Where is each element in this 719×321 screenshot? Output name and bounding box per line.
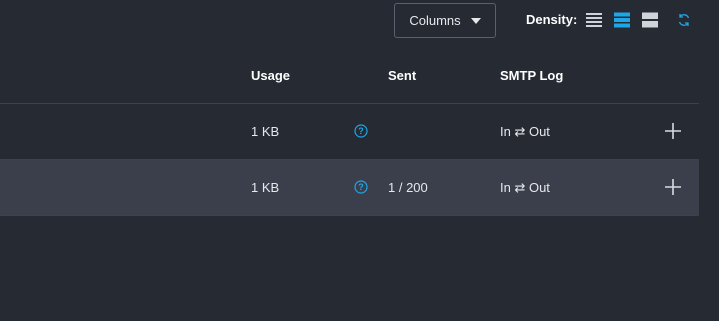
svg-text:?: ?	[358, 182, 364, 192]
usage-cell: 1 KB	[251, 124, 280, 139]
usage-cell: 1 KB	[251, 180, 280, 195]
density-compact-icon	[586, 13, 602, 27]
table-row[interactable]: 1 KB ? 1 / 200 In ⇄ Out	[0, 160, 699, 216]
expand-plus-icon[interactable]	[664, 178, 682, 196]
density-comfortable-icon	[642, 12, 658, 28]
table-toolbar: Columns Density:	[0, 0, 719, 44]
density-standard-icon	[614, 12, 630, 28]
density-compact-button[interactable]	[586, 12, 602, 28]
refresh-icon	[678, 14, 690, 26]
expand-plus-icon[interactable]	[664, 122, 682, 140]
column-header-sent[interactable]: Sent	[388, 68, 416, 83]
density-comfortable-button[interactable]	[642, 12, 658, 28]
table-header-row: Usage Sent SMTP Log	[0, 44, 699, 104]
smtp-log-cell[interactable]: In ⇄ Out	[500, 124, 550, 140]
density-standard-button[interactable]	[614, 12, 630, 28]
column-header-smtp-log[interactable]: SMTP Log	[500, 68, 563, 83]
caret-down-icon	[470, 17, 481, 24]
smtp-log-cell[interactable]: In ⇄ Out	[500, 180, 550, 196]
column-header-usage[interactable]: Usage	[251, 68, 290, 83]
help-icon[interactable]: ?	[354, 180, 368, 194]
table-row[interactable]: 1 KB ? In ⇄ Out	[0, 104, 699, 160]
refresh-button[interactable]	[677, 13, 691, 27]
columns-button-label: Columns	[409, 13, 461, 28]
density-label: Density:	[526, 12, 578, 27]
columns-button[interactable]: Columns	[394, 3, 496, 38]
help-icon[interactable]: ?	[354, 124, 368, 138]
sent-cell: 1 / 200	[388, 180, 428, 195]
svg-text:?: ?	[358, 126, 364, 136]
